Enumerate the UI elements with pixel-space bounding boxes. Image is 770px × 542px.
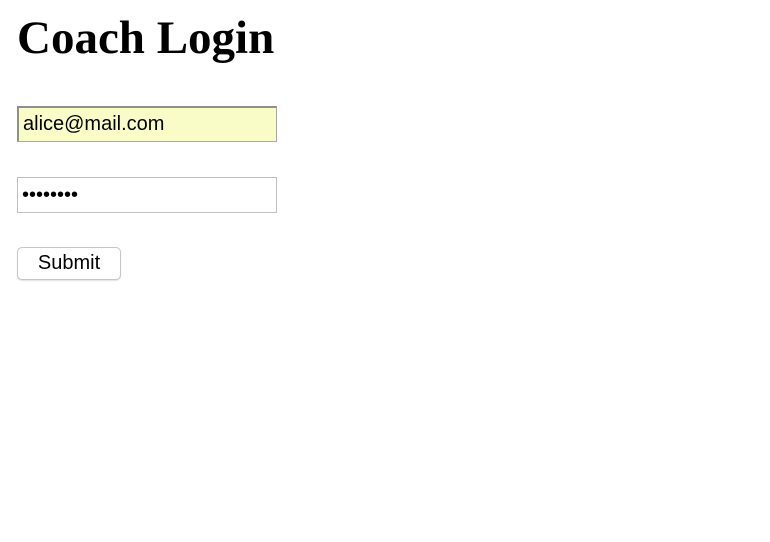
email-field[interactable]: [17, 106, 277, 142]
submit-button[interactable]: Submit: [17, 247, 121, 280]
password-field[interactable]: [17, 177, 277, 213]
login-form: Submit: [0, 0, 770, 542]
